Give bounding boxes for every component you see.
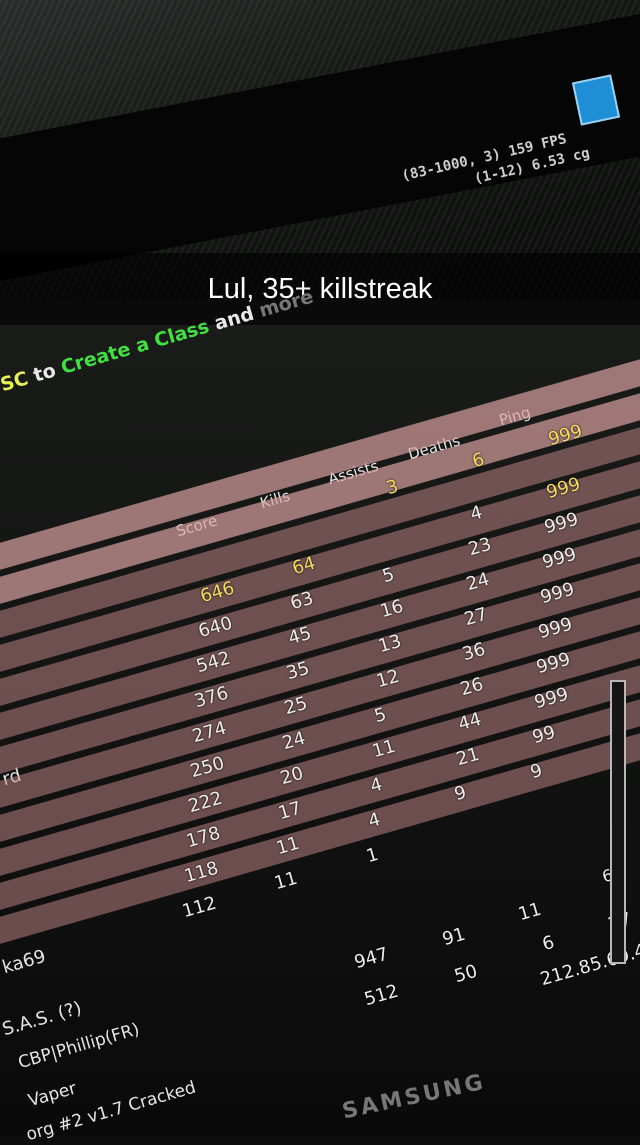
scoreboard-scrollbar[interactable] xyxy=(610,680,626,964)
snap-caption-bar: Lul, 35+ killstreak xyxy=(0,253,640,325)
snap-caption: Lul, 35+ killstreak xyxy=(207,272,433,305)
